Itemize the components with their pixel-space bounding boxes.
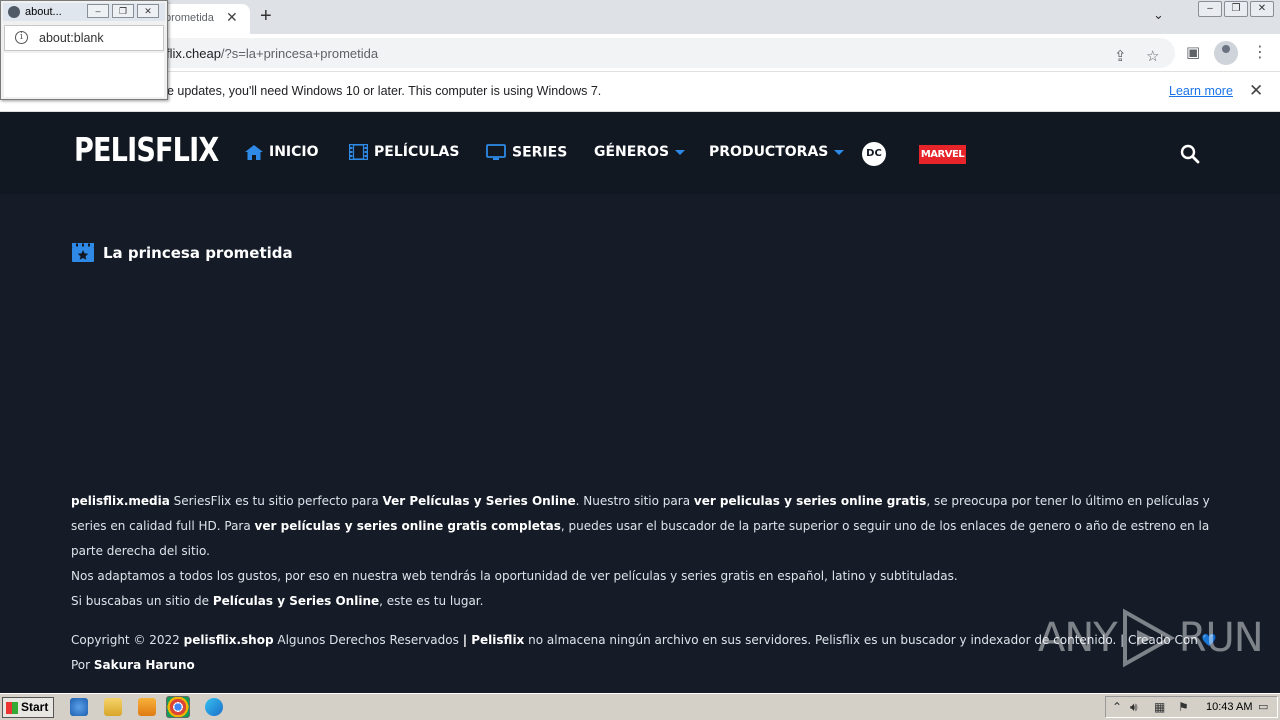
nav-inicio[interactable]: INICIO — [245, 144, 319, 160]
popup-address-bar[interactable]: i about:blank — [4, 25, 164, 51]
movie-clapper-icon — [72, 243, 94, 262]
window-controls: – ❐ ✕ — [1198, 1, 1274, 17]
network-icon[interactable]: ▦ — [1154, 700, 1165, 714]
description-paragraph: Nos adaptamos a todos los gustos, por es… — [71, 569, 958, 583]
url-text: flix.cheap/?s=la+princesa+prometida — [166, 46, 378, 61]
browser-toolbar: flix.cheap/?s=la+princesa+prometida ⇪ ☆ … — [0, 34, 1280, 72]
popup-close-button[interactable]: ✕ — [137, 4, 159, 18]
info-bar-text: he updates, you'll need Windows 10 or la… — [160, 84, 602, 98]
popup-url: about:blank — [39, 31, 104, 45]
nav-series-label: SERIES — [512, 144, 568, 161]
popup-minimize-button[interactable]: – — [87, 4, 109, 18]
popup-window: about... – ❐ ✕ i about:blank — [0, 0, 168, 100]
film-icon — [349, 144, 368, 160]
bold-text: Películas y Series Online — [212, 594, 380, 608]
new-tab-icon[interactable]: + — [260, 5, 272, 28]
popup-title: about... — [25, 6, 62, 18]
action-center-flag-icon[interactable]: ⚑ — [1178, 700, 1189, 714]
description-paragraph: pelisflix.media SeriesFlix es tu sitio p… — [71, 489, 1211, 564]
footer-link[interactable]: pelisflix.shop — [184, 633, 274, 647]
bold-text: | Pelisflix — [462, 633, 525, 647]
play-logo-icon — [1122, 608, 1175, 668]
nav-peliculas-label: PELÍCULAS — [374, 144, 460, 160]
chevron-down-icon[interactable]: ⌄ — [1153, 7, 1164, 23]
info-icon[interactable]: i — [15, 31, 28, 44]
show-desktop-icon[interactable]: ▭ — [1258, 700, 1268, 713]
url-host: flix.cheap — [166, 46, 221, 61]
info-bar: he updates, you'll need Windows 10 or la… — [0, 72, 1280, 112]
restore-button[interactable]: ❐ — [1224, 1, 1248, 17]
bookmark-star-icon[interactable]: ☆ — [1146, 47, 1159, 65]
tab-title: prometida — [165, 12, 214, 24]
text: Algunos Derechos Reservados — [273, 633, 463, 647]
nav-series[interactable]: SERIES — [486, 144, 567, 161]
chrome-icon[interactable] — [166, 696, 190, 718]
site-name: pelisflix.media — [71, 494, 170, 508]
text: Copyright © 2022 — [71, 633, 184, 647]
site-description: pelisflix.media SeriesFlix es tu sitio p… — [71, 489, 1211, 614]
side-panel-icon[interactable]: ▣ — [1186, 43, 1200, 61]
text: SeriesFlix es tu sitio perfecto para — [169, 494, 383, 508]
nav-generos[interactable]: GÉNEROS — [594, 144, 686, 160]
clock[interactable]: 10:43 AM — [1206, 701, 1252, 713]
search-results-heading: La princesa prometida — [72, 243, 293, 262]
profile-avatar-icon[interactable] — [1214, 41, 1238, 65]
start-label: Start — [21, 700, 49, 714]
dc-logo[interactable]: DC — [862, 142, 886, 166]
nav-generos-label: GÉNEROS — [594, 144, 670, 160]
search-icon[interactable] — [1180, 144, 1200, 169]
text: Si buscabas un sitio de — [71, 594, 213, 608]
bold-text: ver películas y series online gratis com… — [254, 519, 561, 533]
home-icon — [245, 144, 263, 160]
taskbar: Start ⌃ 🔊︎ ▦ ⚑ 10:43 AM ▭ — [0, 693, 1280, 720]
tab-close-icon[interactable]: ✕ — [226, 9, 238, 26]
globe-icon — [8, 6, 20, 18]
watermark-text: ANY — [1038, 615, 1118, 661]
caret-down-icon — [675, 149, 686, 155]
text: . Nuestro sitio para — [575, 494, 694, 508]
site-logo[interactable]: PELISFLIX — [74, 130, 219, 169]
learn-more-link[interactable]: Learn more — [1169, 84, 1233, 98]
site-header: PELISFLIX INICIO PELÍCULAS SERIES GÉNERO… — [0, 112, 1280, 194]
start-button[interactable]: Start — [2, 697, 54, 718]
ie-icon[interactable] — [70, 698, 88, 716]
system-tray: ⌃ 🔊︎ ▦ ⚑ 10:43 AM ▭ — [1105, 696, 1278, 718]
minimize-button[interactable]: – — [1198, 1, 1222, 17]
address-bar[interactable]: flix.cheap/?s=la+princesa+prometida ⇪ ☆ — [140, 38, 1175, 68]
windows-flag-icon — [6, 702, 18, 714]
anyrun-watermark: ANY RUN — [1038, 608, 1264, 668]
nav-productoras-label: PRODUCTORAS — [709, 144, 829, 160]
nav-inicio-label: INICIO — [269, 144, 319, 160]
popup-window-controls: – ❐ ✕ — [87, 4, 159, 18]
media-player-icon[interactable] — [138, 698, 156, 716]
tab-strip: prometida ✕ + ⌄ – ❐ ✕ — [0, 0, 1280, 34]
edge-icon[interactable] — [205, 698, 223, 716]
text: Por — [71, 658, 94, 672]
nav-peliculas[interactable]: PELÍCULAS — [349, 144, 459, 160]
popup-titlebar[interactable]: about... – ❐ ✕ — [3, 3, 165, 21]
volume-icon[interactable]: 🔊︎ — [1130, 700, 1138, 715]
nav-productoras[interactable]: PRODUCTORAS — [709, 144, 845, 160]
bold-text: ver peliculas y series online gratis — [693, 494, 927, 508]
bold-text: Ver Películas y Series Online — [382, 494, 576, 508]
author-name: Sakura Haruno — [93, 658, 195, 672]
tray-expand-icon[interactable]: ⌃ — [1112, 700, 1122, 714]
page-title: La princesa prometida — [103, 243, 293, 262]
menu-kebab-icon[interactable]: ⋮ — [1252, 42, 1268, 62]
watermark-text: RUN — [1178, 615, 1264, 661]
text: , este es tu lugar. — [379, 594, 484, 608]
info-bar-close-icon[interactable]: ✕ — [1249, 81, 1263, 101]
explorer-folder-icon[interactable] — [104, 698, 122, 716]
popup-restore-button[interactable]: ❐ — [112, 4, 134, 18]
tv-icon — [486, 144, 506, 160]
caret-down-icon — [834, 149, 845, 155]
close-window-button[interactable]: ✕ — [1250, 1, 1274, 17]
marvel-logo[interactable]: MARVEL — [919, 145, 966, 164]
share-icon[interactable]: ⇪ — [1114, 47, 1127, 65]
popup-content — [4, 53, 164, 97]
url-path: /?s=la+princesa+prometida — [220, 46, 379, 61]
